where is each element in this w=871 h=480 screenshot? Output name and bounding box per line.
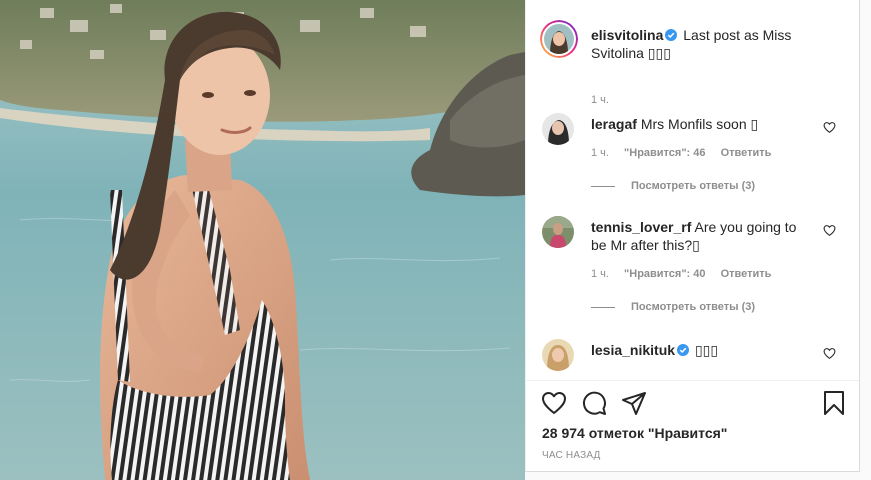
comment-text: lesia_nikituk ▯▯▯ <box>591 341 811 359</box>
bookmark-icon[interactable] <box>820 389 848 417</box>
reply-button[interactable]: Ответить <box>721 268 772 280</box>
story-ring <box>540 20 578 58</box>
caption-time[interactable]: 1 ч. <box>591 94 609 106</box>
comment-time[interactable]: 1 ч. <box>591 147 609 159</box>
post-actions: 28 974 отметок "Нравится" ЧАС НАЗАД <box>526 380 859 472</box>
caption-text: elisvitolina Last post as Miss Svitolina… <box>591 26 841 62</box>
replies-divider <box>591 306 615 308</box>
author-avatar[interactable] <box>540 20 578 58</box>
post-sidebar: elisvitolina Last post as Miss Svitolina… <box>525 0 860 472</box>
commenter-username[interactable]: tennis_lover_rf <box>591 219 691 235</box>
comment-body: ▯▯▯ <box>694 342 719 358</box>
commenter-username[interactable]: lesia_nikituk <box>591 342 675 358</box>
commenter-avatar[interactable] <box>542 113 574 145</box>
heart-icon[interactable] <box>540 389 568 417</box>
commenter-username[interactable]: leragaf <box>591 116 637 132</box>
commenter-avatar-image <box>542 339 574 371</box>
comment-text: leragaf Mrs Monfils soon ▯ <box>591 115 811 133</box>
commenter-avatar-image <box>542 113 574 145</box>
comment-meta: 1 ч. "Нравится": 46 Ответить <box>591 147 783 159</box>
verified-badge-icon <box>665 29 678 41</box>
likes-count[interactable]: 28 974 отметок "Нравится" <box>542 425 727 441</box>
view-replies-label: Посмотреть ответы (3) <box>631 301 756 313</box>
comment-icon[interactable] <box>580 389 608 417</box>
author-username[interactable]: elisvitolina <box>591 27 663 43</box>
like-comment-heart-icon[interactable] <box>823 347 836 360</box>
comment-meta: 1 ч. "Нравится": 40 Ответить <box>591 268 783 280</box>
comment-likes[interactable]: "Нравится": 40 <box>624 268 705 280</box>
view-replies-button[interactable]: Посмотреть ответы (3) <box>591 180 755 192</box>
share-icon[interactable] <box>620 389 648 417</box>
comment-body: Mrs Monfils soon ▯ <box>640 116 759 132</box>
post-timestamp[interactable]: ЧАС НАЗАД <box>542 450 601 461</box>
replies-divider <box>591 185 615 187</box>
beach-photo-illustration <box>0 0 525 480</box>
view-replies-button[interactable]: Посмотреть ответы (3) <box>591 301 755 313</box>
comment-time[interactable]: 1 ч. <box>591 268 609 280</box>
verified-badge-icon <box>677 344 690 356</box>
reply-button[interactable]: Ответить <box>721 147 772 159</box>
author-avatar-image <box>544 24 574 54</box>
post-photo[interactable] <box>0 0 525 480</box>
commenter-avatar-image <box>542 216 574 248</box>
commenter-avatar[interactable] <box>542 339 574 371</box>
comment-likes[interactable]: "Нравится": 46 <box>624 147 705 159</box>
view-replies-label: Посмотреть ответы (3) <box>631 180 756 192</box>
like-comment-heart-icon[interactable] <box>823 121 836 134</box>
comment-text: tennis_lover_rf Are you going to be Mr a… <box>591 218 811 254</box>
commenter-avatar[interactable] <box>542 216 574 248</box>
comments-scroll-area[interactable]: elisvitolina Last post as Miss Svitolina… <box>526 0 859 380</box>
like-comment-heart-icon[interactable] <box>823 224 836 237</box>
